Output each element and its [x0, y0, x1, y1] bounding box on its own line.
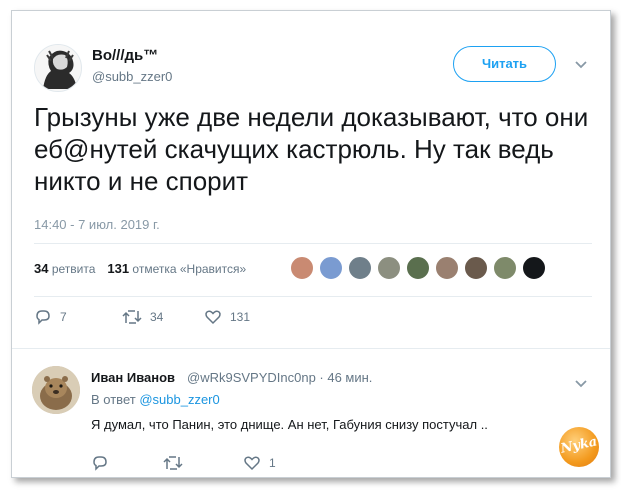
- chevron-down-icon[interactable]: [574, 376, 588, 390]
- author-avatar[interactable]: [34, 44, 82, 92]
- likers-avatars: [290, 256, 551, 282]
- liker-avatar[interactable]: [493, 256, 517, 280]
- tweet-text: Грызуны уже две недели доказывают, что о…: [34, 102, 589, 196]
- engagement-stats: 34 ретвита 131 отметка «Нравится»: [34, 261, 246, 276]
- author-handle[interactable]: @subb_zzer0: [92, 69, 172, 84]
- in-reply-prefix: В ответ: [91, 392, 136, 407]
- likes-count[interactable]: 131: [107, 261, 129, 276]
- author-name[interactable]: Во///дь™: [92, 47, 158, 64]
- chevron-down-icon[interactable]: [574, 57, 588, 71]
- retweet-icon: [163, 456, 183, 470]
- reply-count: 7: [60, 310, 67, 324]
- liker-avatar[interactable]: [348, 256, 372, 280]
- watermark-text: Nyka: [559, 434, 599, 457]
- retweet-action[interactable]: [163, 454, 191, 474]
- like-action[interactable]: 1: [243, 454, 276, 474]
- divider: [34, 296, 592, 297]
- tweet-card: Во///дь™ @subb_zzer0 Читать Грызуны уже …: [11, 10, 611, 478]
- divider: [12, 348, 610, 349]
- heart-icon: [244, 456, 260, 471]
- reply-action[interactable]: [91, 454, 117, 474]
- reply-icon: [93, 456, 107, 471]
- reply-author-avatar[interactable]: [32, 366, 80, 414]
- liker-avatar[interactable]: [464, 256, 488, 280]
- liker-avatar[interactable]: [406, 256, 430, 280]
- warrior-avatar-icon: [35, 45, 81, 91]
- like-count: 131: [230, 310, 251, 324]
- liker-avatar[interactable]: [290, 256, 314, 280]
- retweet-count: 34: [150, 310, 164, 324]
- in-reply-handle-link[interactable]: @subb_zzer0: [139, 392, 219, 407]
- liker-avatar[interactable]: [435, 256, 459, 280]
- liker-avatar[interactable]: [377, 256, 401, 280]
- likes-label[interactable]: отметка «Нравится»: [132, 262, 246, 276]
- reply-author-name[interactable]: Иван Иванов: [91, 370, 175, 385]
- like-count: 1: [269, 456, 276, 470]
- retweet-action[interactable]: 34: [122, 308, 163, 328]
- retweet-icon: [122, 310, 142, 324]
- reply-author-handle[interactable]: @wRk9SVPYDInc0np · 46 мин.: [187, 370, 372, 385]
- liker-avatar[interactable]: [522, 256, 546, 280]
- liker-avatar[interactable]: [319, 256, 343, 280]
- watermark-logo: Nyka: [559, 427, 599, 467]
- retweets-label[interactable]: ретвита: [52, 262, 96, 276]
- heart-icon: [205, 310, 221, 325]
- reply-icon: [36, 310, 50, 325]
- in-reply-to: В ответ @subb_zzer0: [91, 392, 220, 407]
- retweets-count[interactable]: 34: [34, 261, 48, 276]
- like-action[interactable]: 131: [204, 308, 250, 328]
- divider: [34, 243, 592, 244]
- tweet-timestamp[interactable]: 14:40 - 7 июл. 2019 г.: [34, 217, 160, 232]
- animal-avatar-icon: [32, 366, 80, 414]
- reply-action[interactable]: 7: [34, 308, 67, 328]
- follow-button[interactable]: Читать: [453, 46, 556, 82]
- reply-tweet: Иван Иванов @wRk9SVPYDInc0np · 46 мин. В…: [12, 348, 610, 477]
- reply-text: Я думал, что Панин, это днище. Ан нет, Г…: [91, 417, 488, 432]
